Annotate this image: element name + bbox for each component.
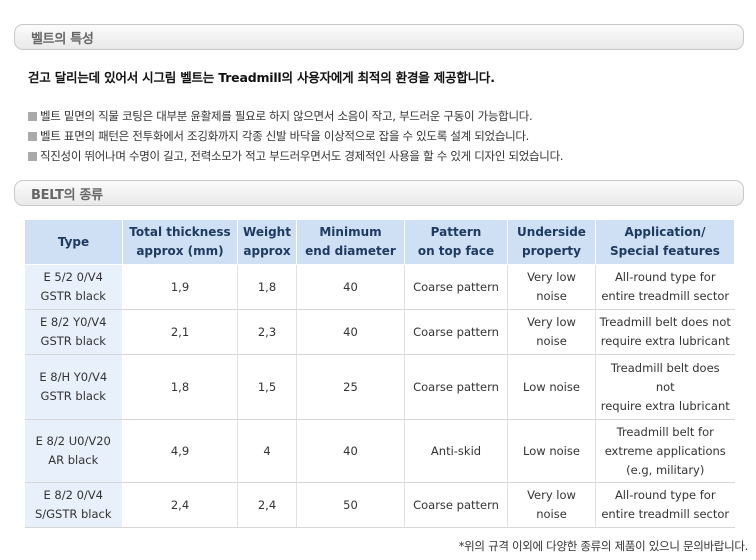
cell-pattern: Coarse pattern [404,482,508,528]
cell-underside: Low noise [507,419,596,483]
header-weight: Weight approx [237,219,297,265]
inquiry-note: *위의 규격 이외에 다양한 종류의 제품이 있으니 문의바랍니다. [458,539,749,553]
features-section-header: 벨트의 특성 [14,24,744,50]
cell-weight: 2,4 [237,482,297,528]
cell-type: E 8/2 0/V4 S/GSTR black [24,482,123,528]
cell-type: E 8/H Y0/V4 GSTR black [24,354,123,420]
cell-application: Treadmill belt does not require extra lub… [595,309,735,355]
feature-bullet-text: 벨트 밑면의 직물 코팅은 대부분 윤활제를 필요로 하지 않으면서 소음이 작… [40,109,533,123]
feature-bullet: 벨트 표면의 패턴은 전투화에서 조깅화까지 각종 신발 바닥을 이상적으로 잡… [28,126,748,146]
cell-pattern: Coarse pattern [404,354,508,420]
cell-weight: 1,5 [237,354,297,420]
cell-diameter: 50 [296,482,405,528]
cell-thickness: 4,9 [122,419,238,483]
cell-thickness: 2,4 [122,482,238,528]
cell-weight: 1,8 [237,264,297,310]
feature-bullet-text: 벨트 표면의 패턴은 전투화에서 조깅화까지 각종 신발 바닥을 이상적으로 잡… [40,129,530,143]
header-type: Type [24,219,123,265]
feature-bullet-text: 직진성이 뛰어나며 수명이 길고, 전력소모가 적고 부드러우면서도 경제적인 … [40,149,564,163]
square-bullet-icon [28,152,37,161]
cell-diameter: 40 [296,264,405,310]
table-row: E 8/2 0/V4 S/GSTR black 2,4 2,4 50 Coarse… [24,482,735,528]
cell-underside: Very low noise [507,264,596,310]
cell-application: Treadmill belt does not require extra lubr… [595,354,735,420]
cell-underside: Very low noise [507,482,596,528]
cell-pattern: Coarse pattern [404,264,508,310]
features-section-title: 벨트의 특성 [31,32,94,47]
cell-thickness: 1,8 [122,354,238,420]
cell-weight: 4 [237,419,297,483]
feature-bullet: 벨트 밑면의 직물 코팅은 대부분 윤활제를 필요로 하지 않으면서 소음이 작… [28,106,748,126]
header-thickness: Total thickness approx (mm) [122,219,238,265]
feature-bullet: 직진성이 뛰어나며 수명이 길고, 전력소모가 적고 부드러우면서도 경제적인 … [28,146,748,166]
cell-weight: 2,3 [237,309,297,355]
cell-diameter: 40 [296,419,405,483]
cell-type: E 8/2 U0/V20 AR black [24,419,123,483]
cell-diameter: 25 [296,354,405,420]
square-bullet-icon [28,112,37,121]
table-row: E 8/2 U0/V20 AR black 4,9 4 40 Anti-skid … [24,419,735,483]
square-bullet-icon [28,132,37,141]
header-application: Application/Special features [595,219,735,265]
intro-text: 걷고 달리는데 있어서 시그림 벨트는 Treadmill의 사용자에게 최적의… [28,70,495,85]
cell-underside: Very low noise [507,309,596,355]
cell-pattern: Anti-skid [404,419,508,483]
types-section-title: BELT의 종류 [31,188,103,203]
cell-pattern: Coarse pattern [404,309,508,355]
header-diameter: Minimum end diameter [296,219,405,265]
cell-type: E 5/2 0/V4 GSTR black [24,264,123,310]
types-section-header: BELT의 종류 [14,180,744,206]
table-row: E 8/H Y0/V4 GSTR black 1,8 1,5 25 Coarse … [24,354,735,420]
table-row: E 8/2 Y0/V4 GSTR black 2,1 2,3 40 Coarse … [24,309,735,355]
cell-application: Treadmill belt for extreme applications (e… [595,419,735,483]
cell-thickness: 2,1 [122,309,238,355]
table-header-row: Type Total thickness approx (mm) Weight ap… [24,219,735,265]
cell-underside: Low noise [507,354,596,420]
cell-diameter: 40 [296,309,405,355]
header-underside: Underside property [507,219,596,265]
cell-application: All-round type for entire treadmill secto… [595,482,735,528]
cell-application: All-round type for entire treadmill secto… [595,264,735,310]
feature-bullet-list: 벨트 밑면의 직물 코팅은 대부분 윤활제를 필요로 하지 않으면서 소음이 작… [28,106,748,166]
cell-type: E 8/2 Y0/V4 GSTR black [24,309,123,355]
belt-spec-table: Type Total thickness approx (mm) Weight ap… [24,219,735,528]
table-row: E 5/2 0/V4 GSTR black 1,9 1,8 40 Coarse p… [24,264,735,310]
cell-thickness: 1,9 [122,264,238,310]
header-pattern: Pattern on top face [404,219,508,265]
